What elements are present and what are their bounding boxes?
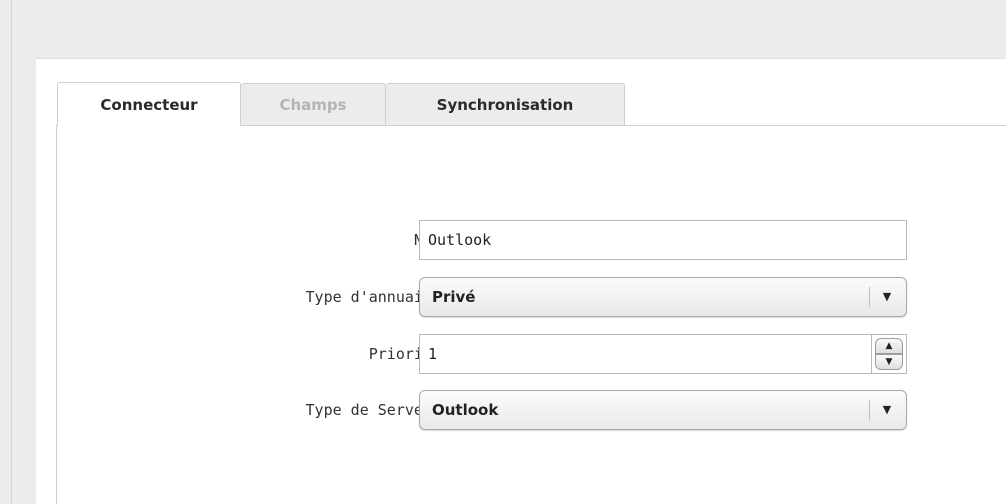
type-serveur-value: Outlook	[432, 401, 499, 419]
decrement-icon[interactable]: ▼	[875, 354, 903, 370]
form-row-type-annuaire: Type d'annuaire Privé ▼	[57, 277, 1006, 317]
nom-input[interactable]: Outlook	[419, 220, 907, 260]
select-divider	[869, 400, 870, 420]
form-row-priorite: Priorité 1 ▲ ▼	[57, 334, 1006, 374]
tab-synchronisation[interactable]: Synchronisation	[386, 83, 625, 126]
tab-content-connecteur: Nom Outlook Type d'annuaire Privé ▼ Prio…	[56, 125, 1006, 504]
form-row-nom: Nom Outlook	[57, 220, 1006, 260]
tab-bar: Connecteur Champs Synchronisation	[57, 82, 625, 126]
tab-champs: Champs	[241, 83, 386, 126]
chevron-down-icon[interactable]: ▼	[877, 391, 897, 429]
left-border	[11, 0, 12, 504]
type-serveur-select[interactable]: Outlook ▼	[419, 390, 907, 430]
priorite-input[interactable]: 1	[419, 334, 871, 374]
type-annuaire-value: Privé	[432, 288, 476, 306]
form-row-type-serveur: Type de Serveur Outlook ▼	[57, 390, 1006, 430]
tab-connecteur[interactable]: Connecteur	[57, 82, 241, 126]
type-annuaire-select[interactable]: Privé ▼	[419, 277, 907, 317]
page: Connecteur Champs Synchronisation Nom Ou…	[0, 0, 1006, 504]
priorite-stepper: ▲ ▼	[871, 334, 907, 374]
select-divider	[869, 287, 870, 307]
increment-icon[interactable]: ▲	[875, 338, 903, 354]
chevron-down-icon[interactable]: ▼	[877, 278, 897, 316]
